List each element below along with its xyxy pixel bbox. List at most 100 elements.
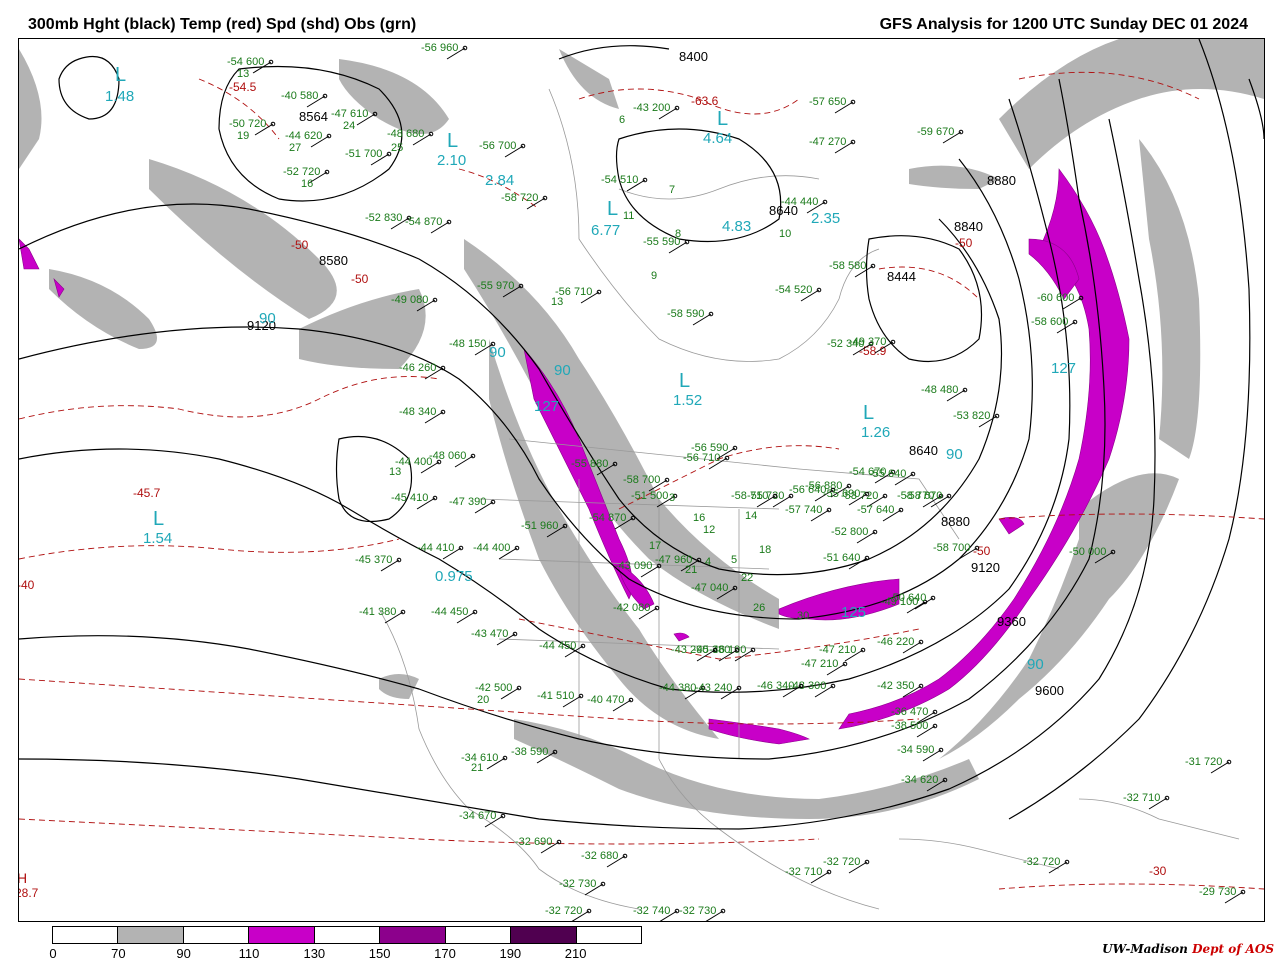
legend-tick-label: 130 (303, 946, 326, 961)
speed-label: 90 (259, 310, 276, 327)
height-label: 8840 (954, 219, 983, 234)
low-marker: L (115, 64, 126, 86)
height-label: 9120 (971, 560, 1000, 575)
observation-value: -34 590 (897, 744, 934, 756)
height-label: 8564 (299, 109, 328, 124)
observation-value: -54 520 (775, 284, 812, 296)
observation-value: -34 670 (459, 810, 496, 822)
observation-value: -58 590 (667, 308, 704, 320)
temp-label: -45.7 (133, 486, 161, 500)
observation-value: -47 610 (331, 108, 368, 120)
observation-value: 12 (703, 524, 715, 536)
observation-value: -32 730 (559, 878, 596, 890)
temp-label: -63.6 (691, 94, 719, 108)
legend-tick-label: 210 (564, 946, 587, 961)
observation-value: -43 200 (633, 102, 670, 114)
observation-value: 17 (649, 540, 661, 552)
observation-value: -50 000 (1069, 546, 1106, 558)
observation-value: -60 600 (1037, 292, 1074, 304)
observation-value: -48 680 (387, 128, 424, 140)
observation-value: -57 740 (785, 504, 822, 516)
observation-value: -40 580 (281, 90, 318, 102)
observation-value: -32 730 (679, 905, 716, 917)
weather-map: 8400 8564 8580 8640 8840 8444 8880 8880 … (18, 38, 1265, 922)
observation-value: 16 (301, 178, 313, 190)
observation-value: -44 400 (473, 542, 510, 554)
observation-value: -50 720 (229, 118, 266, 130)
observation-value: 19 (237, 130, 249, 142)
legend-tick-label: 0 (49, 946, 57, 961)
observation-value: -54 870 (589, 512, 626, 524)
observation-value: -56 700 (479, 140, 516, 152)
observation-value: -57 650 (809, 96, 846, 108)
temp-label: -50 (955, 236, 973, 250)
observation-value: -43 290 (671, 644, 708, 656)
observation-value: -49 080 (391, 294, 428, 306)
observation-value: 30 (797, 610, 809, 622)
observation-value: -44 620 (285, 130, 322, 142)
observation-value: -42 080 (613, 602, 650, 614)
observation-value: -58 700 (623, 474, 660, 486)
legend-tick-label: 90 (176, 946, 191, 961)
observation-value: 7 (669, 184, 675, 196)
observation-value: 10 (779, 228, 791, 240)
legend-swatch (511, 927, 577, 943)
observation-value: -44 450 (431, 606, 468, 618)
observation-value: -41 510 (537, 690, 574, 702)
analysis-time-title: GFS Analysis for 1200 UTC Sunday DEC 01 … (879, 16, 1248, 33)
observation-value: -42 500 (475, 682, 512, 694)
observation-value: -56 960 (421, 42, 458, 54)
speed-label: 90 (489, 344, 506, 361)
observation-value: -47 210 (801, 658, 838, 670)
observation-value: -38 500 (891, 720, 928, 732)
legend-swatch (118, 927, 184, 943)
speed-label: 127 (1051, 360, 1076, 377)
legend-tick-label: 150 (368, 946, 391, 961)
observation-value: -48 060 (429, 450, 466, 462)
speed-color-legend (52, 926, 642, 944)
speed-label: 125 (841, 604, 866, 621)
observation-value: 11 (623, 210, 634, 222)
chart-title: 300mb Hght (black) Temp (red) Spd (shd) … (28, 16, 417, 33)
observation-value: -49 370 (849, 336, 886, 348)
speed-label: 90 (554, 362, 571, 379)
observation-value: 13 (551, 296, 563, 308)
observation-value: -58 710 (731, 490, 768, 502)
observation-value: -44 450 (539, 640, 576, 652)
observation-value: -41 380 (359, 606, 396, 618)
observation-value: -47 210 (819, 644, 856, 656)
legend-tick-label: 110 (238, 946, 260, 961)
observation-value: -51 640 (823, 552, 860, 564)
speed-label: 1.48 (105, 88, 134, 105)
height-label: 8444 (887, 269, 916, 284)
observation-value: -55 640 (869, 468, 906, 480)
observation-value: -32 710 (785, 866, 822, 878)
observation-value: -51 960 (521, 520, 558, 532)
observation-value: -38 590 (511, 746, 548, 758)
observation-value: -32 690 (515, 836, 552, 848)
speed-label: 2.35 (811, 210, 840, 227)
observation-value: -52 720 (283, 166, 320, 178)
temp-label: -54.5 (229, 80, 257, 94)
observation-value: -57 640 (857, 504, 894, 516)
observation-value: -56 590 (691, 442, 728, 454)
credit-dept: Dept of AOS (1192, 942, 1274, 956)
low-marker: L (863, 402, 874, 424)
observation-value: -34 620 (901, 774, 938, 786)
observation-value: -55 690 (823, 488, 860, 500)
observation-value: -47 040 (691, 582, 728, 594)
observation-value: 8 (675, 228, 681, 240)
legend-swatch (380, 927, 446, 943)
temp-label: -50 (351, 272, 369, 286)
observation-value: -32 720 (1023, 856, 1060, 868)
height-label: 8400 (679, 49, 708, 64)
observation-value: -54 510 (601, 174, 638, 186)
observation-value: -59 670 (917, 126, 954, 138)
observation-value: -58 670 (905, 490, 942, 502)
legend-swatch (183, 927, 250, 943)
observation-value: -46 260 (399, 362, 436, 374)
observation-value: 13 (389, 466, 401, 478)
legend-swatch (314, 927, 381, 943)
low-marker: L (447, 130, 458, 152)
legend-tick-label: 70 (111, 946, 126, 961)
